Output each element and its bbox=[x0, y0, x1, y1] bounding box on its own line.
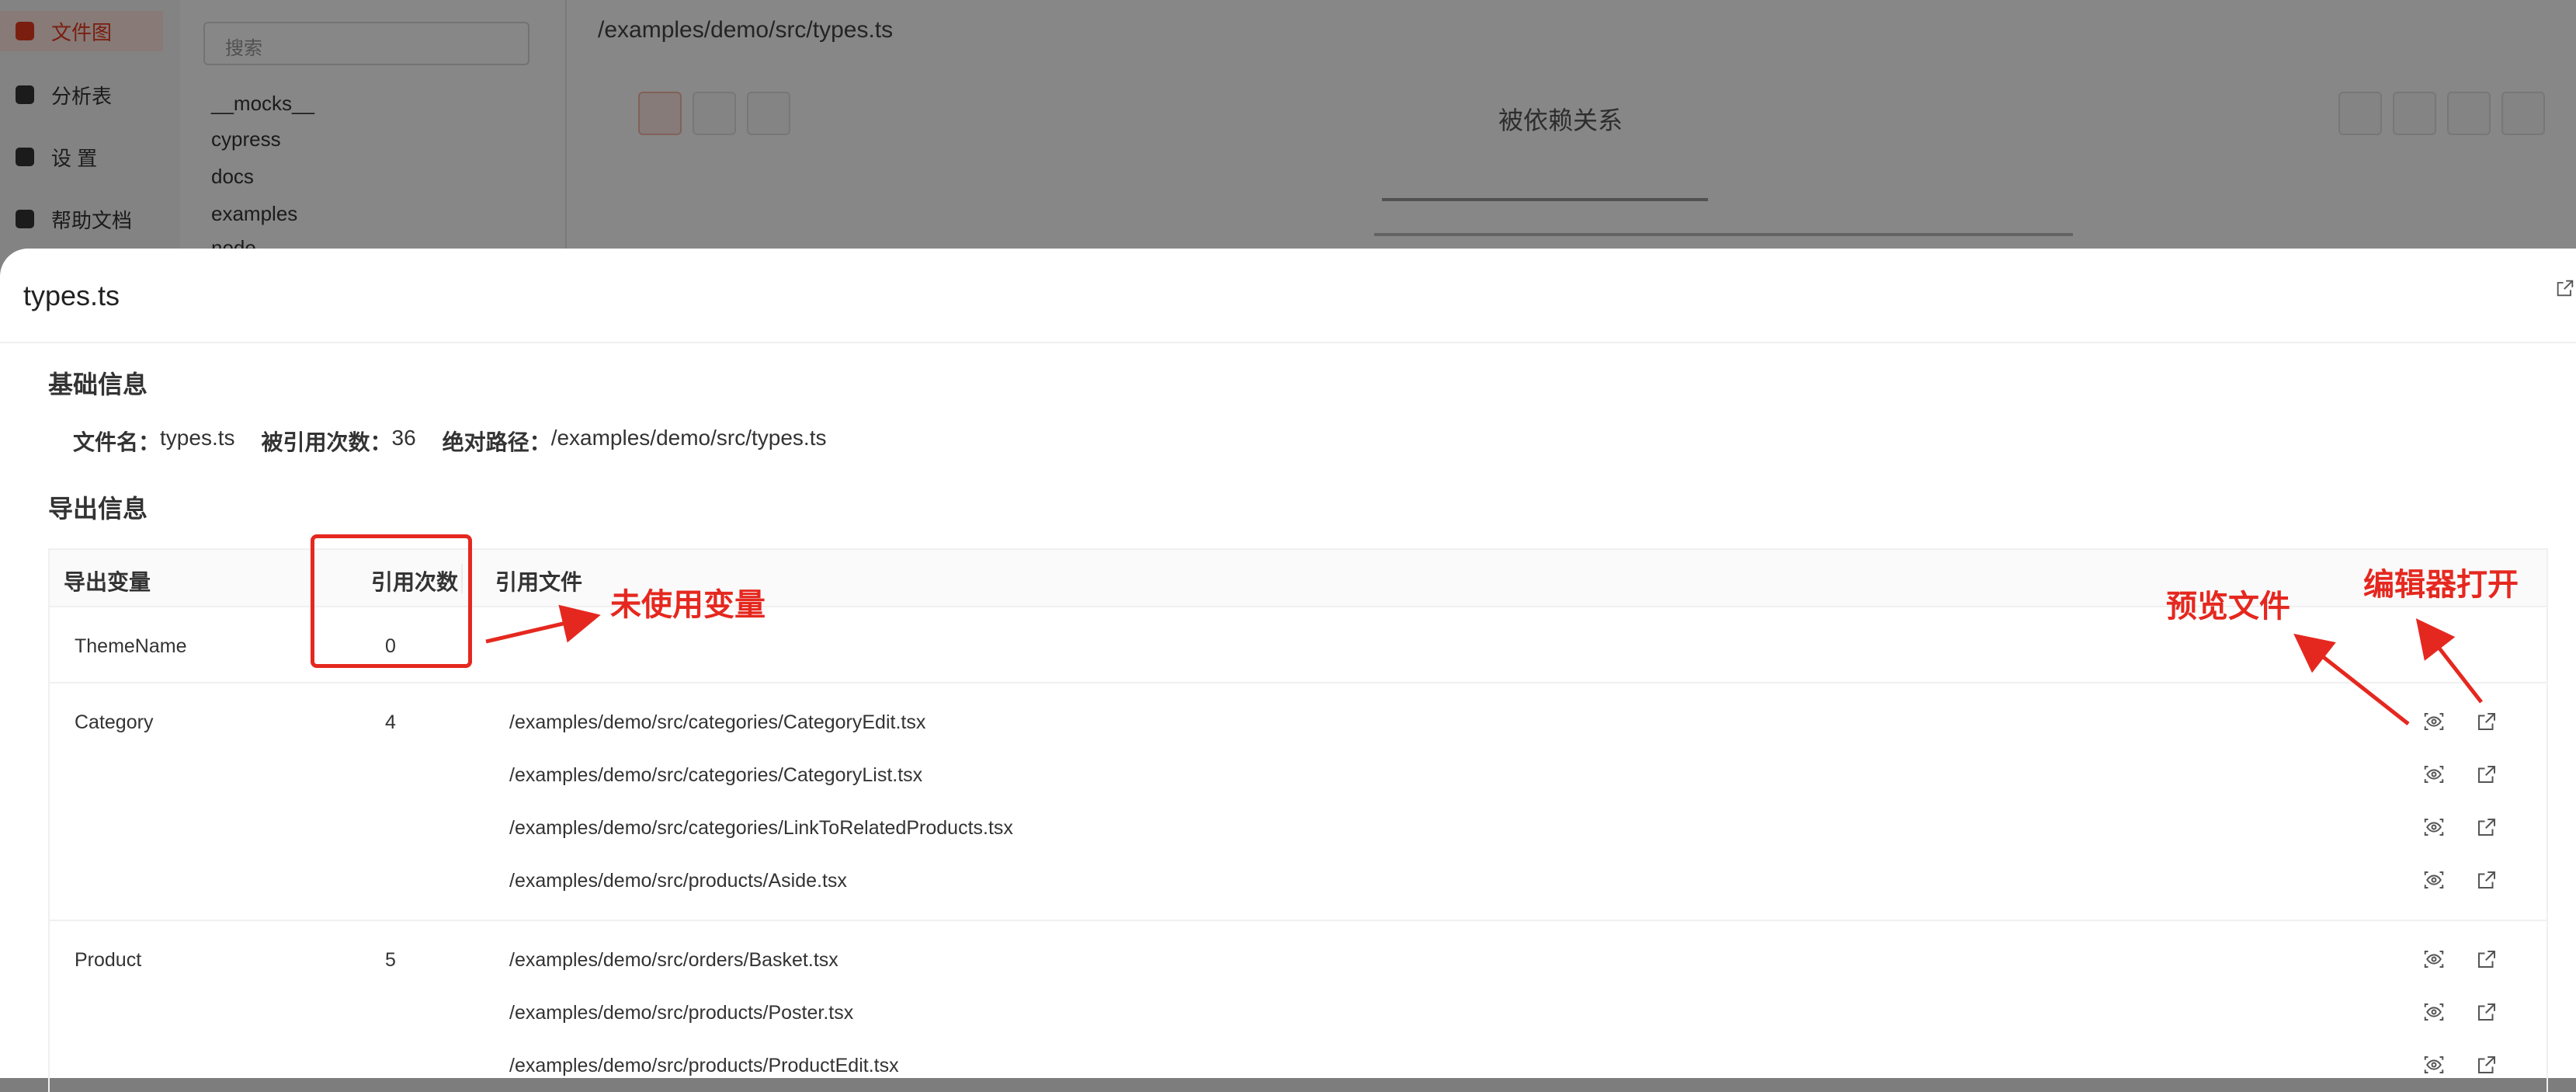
eye-icon[interactable] bbox=[2422, 948, 2446, 971]
drawer-title: types.ts bbox=[23, 280, 120, 311]
col-header-export-var: 导出变量 bbox=[64, 570, 151, 594]
eye-icon[interactable] bbox=[2422, 868, 2446, 892]
ref-file-path: /examples/demo/src/categories/CategoryEd… bbox=[509, 711, 926, 733]
eye-icon[interactable] bbox=[2422, 1000, 2446, 1024]
drawer-header: types.ts bbox=[0, 249, 2576, 343]
annotation-open-editor-label: 编辑器打开 bbox=[2363, 568, 2519, 602]
export-var-name: Category bbox=[75, 711, 154, 733]
col-header-ref-files: 引用文件 bbox=[495, 570, 583, 594]
eye-icon[interactable] bbox=[2422, 710, 2446, 733]
external-link-icon[interactable] bbox=[2475, 710, 2498, 733]
export-var-name: ThemeName bbox=[75, 635, 187, 657]
annotation-unused-label: 未使用变量 bbox=[610, 588, 766, 622]
external-link-icon[interactable] bbox=[2475, 868, 2498, 892]
ref-file-path: /examples/demo/src/products/Aside.tsx bbox=[509, 870, 847, 892]
basic-info-heading: 基础信息 bbox=[48, 370, 148, 398]
export-info-heading: 导出信息 bbox=[48, 495, 148, 523]
external-link-icon[interactable] bbox=[2475, 1053, 2498, 1076]
external-link-icon[interactable] bbox=[2475, 763, 2498, 786]
row-divider bbox=[50, 920, 2546, 921]
eye-icon[interactable] bbox=[2422, 1053, 2446, 1076]
external-link-icon[interactable] bbox=[2554, 277, 2576, 302]
ref-file-path: /examples/demo/src/categories/CategoryLi… bbox=[509, 764, 923, 786]
eye-icon[interactable] bbox=[2422, 816, 2446, 839]
external-link-icon[interactable] bbox=[2475, 816, 2498, 839]
external-link-icon[interactable] bbox=[2475, 1000, 2498, 1024]
refcount-label: 被引用次数： bbox=[261, 430, 392, 454]
eye-icon[interactable] bbox=[2422, 763, 2446, 786]
abspath-value: /examples/demo/src/types.ts bbox=[550, 426, 827, 450]
export-var-name: Product bbox=[75, 949, 142, 971]
ref-file-path: /examples/demo/src/products/Poster.tsx bbox=[509, 1002, 854, 1024]
abspath-label: 绝对路径： bbox=[442, 430, 551, 454]
row-divider bbox=[50, 682, 2546, 683]
ref-file-path: /examples/demo/src/products/ProductEdit.… bbox=[509, 1055, 899, 1076]
basic-info-line: 文件名： types.ts 被引用次数： 36 绝对路径： /examples/… bbox=[73, 426, 853, 457]
annotation-preview-label: 预览文件 bbox=[2166, 589, 2290, 624]
annotation-highlight-box bbox=[311, 534, 472, 668]
filename-label: 文件名： bbox=[73, 430, 161, 454]
external-link-icon[interactable] bbox=[2475, 948, 2498, 971]
filename-value: types.ts bbox=[160, 426, 235, 450]
export-ref-count: 5 bbox=[385, 949, 396, 971]
export-ref-count: 4 bbox=[385, 711, 396, 733]
ref-file-path: /examples/demo/src/orders/Basket.tsx bbox=[509, 949, 838, 971]
refcount-value: 36 bbox=[391, 426, 416, 450]
ref-file-path: /examples/demo/src/categories/LinkToRela… bbox=[509, 817, 1013, 839]
